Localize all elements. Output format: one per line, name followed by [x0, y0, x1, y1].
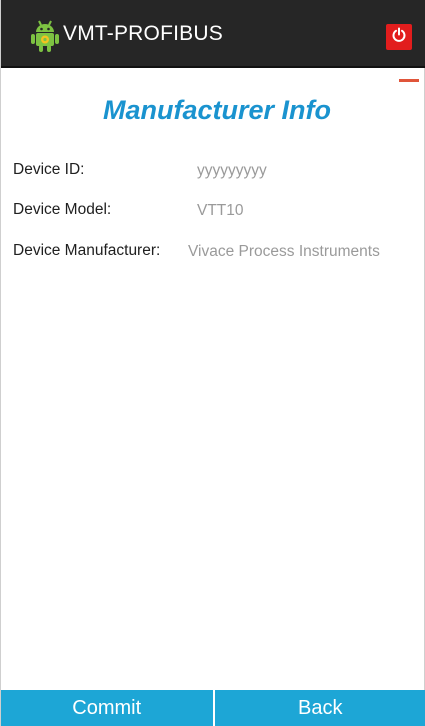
bottom-button-bar: Commit Back: [1, 690, 425, 726]
overflow-menu-indicator[interactable]: [399, 79, 419, 82]
android-robot-icon: [31, 19, 59, 53]
device-id-value: yyyyyyyyy: [197, 162, 267, 179]
device-model-value: VTT10: [197, 202, 244, 219]
device-id-label: Device ID:: [13, 161, 85, 178]
device-manufacturer-label: Device Manufacturer:: [13, 242, 161, 259]
device-manufacturer-value: Vivace Process Instruments: [188, 243, 380, 260]
commit-button[interactable]: Commit: [1, 690, 213, 726]
back-button[interactable]: Back: [212, 690, 425, 726]
app-title: VMT-PROFIBUS: [63, 22, 223, 45]
action-bar: VMT-PROFIBUS: [1, 0, 425, 68]
page-title: Manufacturer Info: [102, 95, 331, 125]
power-button[interactable]: [386, 24, 412, 50]
power-icon: [391, 27, 407, 48]
screen-frame: VMT-PROFIBUS Manufacturer Info Device ID…: [0, 0, 425, 726]
device-model-label: Device Model:: [13, 201, 112, 218]
